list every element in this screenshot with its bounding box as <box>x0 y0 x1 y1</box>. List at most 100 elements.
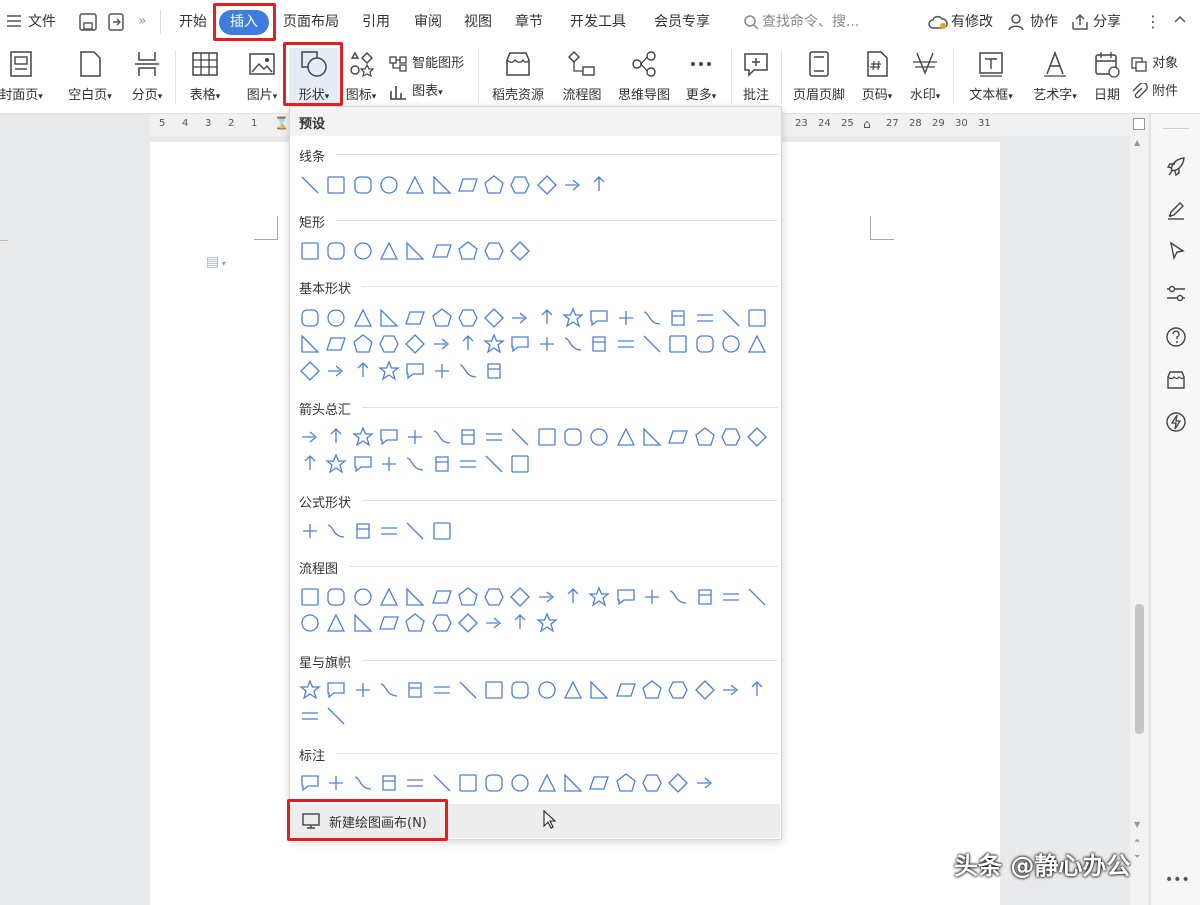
tab-view[interactable]: 视图 <box>464 12 492 32</box>
shape-option[interactable] <box>667 586 689 608</box>
wordart-button[interactable]: 艺术字▾ <box>1026 48 1084 108</box>
hamburger-icon[interactable] <box>6 14 22 28</box>
shape-option[interactable] <box>588 174 610 196</box>
shape-option[interactable] <box>562 772 584 794</box>
more-dots-icon[interactable]: ••• <box>1165 872 1190 888</box>
shape-option[interactable] <box>509 426 531 448</box>
shape-option[interactable] <box>352 520 374 542</box>
shape-option[interactable] <box>378 174 400 196</box>
shape-option[interactable] <box>325 679 347 701</box>
shape-option[interactable] <box>404 426 426 448</box>
shape-option[interactable] <box>378 307 400 329</box>
shape-option[interactable] <box>509 240 531 262</box>
shape-option[interactable] <box>351 426 374 448</box>
shape-option[interactable] <box>378 612 400 634</box>
shape-option[interactable] <box>325 586 347 608</box>
pen-icon[interactable] <box>1165 199 1187 225</box>
shape-option[interactable] <box>299 240 321 262</box>
shape-option[interactable] <box>641 586 663 608</box>
shape-option[interactable] <box>457 453 479 475</box>
shape-option[interactable] <box>457 333 479 355</box>
shape-option[interactable] <box>299 174 321 196</box>
smartart-button[interactable]: 智能图形 <box>388 52 464 73</box>
more-options-icon[interactable]: ⋮ <box>1145 12 1161 32</box>
shape-option[interactable] <box>378 586 400 608</box>
comment-button[interactable]: 批注 <box>738 48 774 108</box>
shape-option[interactable] <box>667 307 689 329</box>
shape-option[interactable] <box>694 333 716 355</box>
shape-option[interactable] <box>431 307 453 329</box>
shape-option[interactable] <box>483 426 505 448</box>
shape-option[interactable] <box>431 772 453 794</box>
shape-option[interactable] <box>299 360 321 382</box>
shape-option[interactable] <box>404 772 426 794</box>
shape-option[interactable] <box>720 333 742 355</box>
shape-option[interactable] <box>483 307 505 329</box>
shape-option[interactable] <box>562 679 584 701</box>
prev-page-icon[interactable]: ⏶ <box>1134 836 1140 846</box>
shape-option[interactable] <box>352 240 374 262</box>
shape-option[interactable] <box>720 679 742 701</box>
shape-option[interactable] <box>299 612 321 634</box>
shape-option[interactable] <box>588 333 610 355</box>
share-button[interactable]: 分享 <box>1093 12 1121 32</box>
shape-option[interactable] <box>615 426 637 448</box>
shape-option[interactable] <box>536 174 558 196</box>
shape-option[interactable] <box>378 453 400 475</box>
collaborate-button[interactable]: 协作 <box>1030 12 1058 32</box>
shape-option[interactable] <box>694 426 716 448</box>
shape-option[interactable] <box>352 453 374 475</box>
shape-option[interactable] <box>299 453 321 475</box>
shape-option[interactable] <box>378 679 400 701</box>
tab-member[interactable]: 会员专享 <box>654 12 710 32</box>
shape-option[interactable] <box>457 307 479 329</box>
tab-references[interactable]: 引用 <box>362 12 390 32</box>
shape-option[interactable] <box>325 307 347 329</box>
shape-option[interactable] <box>509 333 531 355</box>
shape-option[interactable] <box>483 453 505 475</box>
select-cursor-icon[interactable] <box>1166 240 1188 266</box>
shape-option[interactable] <box>535 612 558 634</box>
shape-option[interactable] <box>694 586 716 608</box>
shape-option[interactable] <box>667 426 689 448</box>
shape-option[interactable] <box>667 679 689 701</box>
attachment-button[interactable]: 附件 <box>1130 80 1178 101</box>
shape-option[interactable] <box>536 679 558 701</box>
shape-option[interactable] <box>299 520 321 542</box>
shape-option[interactable] <box>404 520 426 542</box>
shape-option[interactable] <box>431 612 453 634</box>
shape-option[interactable] <box>325 426 347 448</box>
shape-option[interactable] <box>378 333 400 355</box>
shape-option[interactable] <box>588 586 611 608</box>
shape-option[interactable] <box>457 240 479 262</box>
chart-button[interactable]: 图表▾ <box>388 80 443 101</box>
shape-option[interactable] <box>615 679 637 701</box>
shape-option[interactable] <box>588 679 610 701</box>
shape-option[interactable] <box>325 240 347 262</box>
shape-option[interactable] <box>352 360 374 382</box>
shape-option[interactable] <box>457 586 479 608</box>
shape-option[interactable] <box>325 360 347 382</box>
shape-option[interactable] <box>431 360 453 382</box>
shape-option[interactable] <box>325 174 347 196</box>
shape-option[interactable] <box>588 772 610 794</box>
paragraph-format-icon[interactable]: ▤ ▾ <box>206 254 226 270</box>
shape-option[interactable] <box>352 174 374 196</box>
search-input[interactable]: 查找命令、搜... <box>762 12 859 32</box>
shape-option[interactable] <box>299 772 321 794</box>
shape-option[interactable] <box>352 333 374 355</box>
shape-option[interactable] <box>431 240 453 262</box>
shape-option[interactable] <box>352 612 374 634</box>
adjust-sliders-icon[interactable] <box>1165 283 1187 309</box>
shape-option[interactable] <box>404 612 426 634</box>
scroll-up-icon[interactable]: ▲ <box>1134 138 1140 147</box>
shape-option[interactable] <box>641 426 663 448</box>
rocket-icon[interactable] <box>1165 156 1187 182</box>
shape-option[interactable] <box>641 333 663 355</box>
shape-option[interactable] <box>378 240 400 262</box>
help-icon[interactable] <box>1165 326 1187 352</box>
tab-developer[interactable]: 开发工具 <box>570 12 626 32</box>
shape-option[interactable] <box>325 520 347 542</box>
shape-option[interactable] <box>378 360 400 382</box>
tab-home[interactable]: 开始 <box>179 12 207 32</box>
